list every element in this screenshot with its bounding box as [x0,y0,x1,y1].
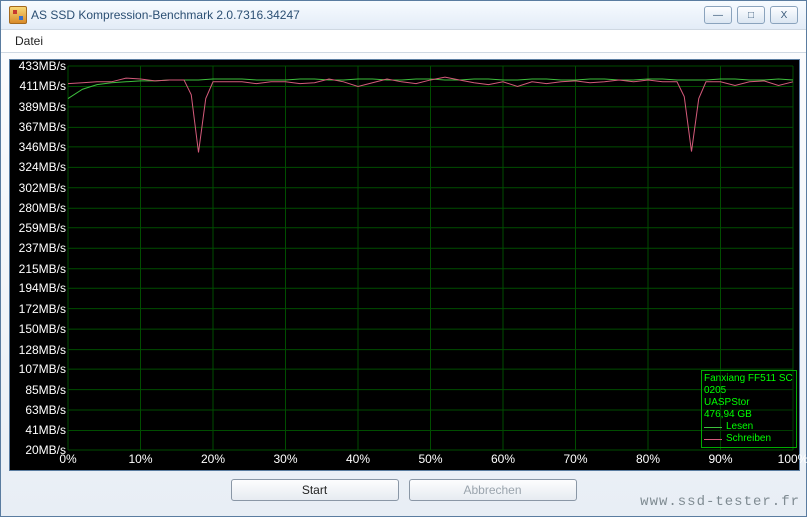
y-tick-label: 389MB/s [19,100,66,114]
y-tick-label: 128MB/s [19,343,66,357]
watermark: www.ssd-tester.fr [640,494,800,510]
y-tick-label: 63MB/s [25,403,66,417]
app-icon [9,6,27,24]
x-tick-label: 0% [59,452,76,466]
legend-driver: UASPStor [704,397,794,409]
y-tick-label: 215MB/s [19,262,66,276]
x-tick-label: 30% [273,452,297,466]
y-tick-label: 41MB/s [25,423,66,437]
x-tick-label: 40% [346,452,370,466]
titlebar: AS SSD Kompression-Benchmark 2.0.7316.34… [1,1,806,29]
y-tick-label: 367MB/s [19,120,66,134]
legend-device: Fanxiang FF511 SC [704,373,794,385]
window-buttons: — □ X [704,6,802,24]
menubar: Datei [1,29,806,53]
y-tick-label: 172MB/s [19,302,66,316]
legend-read-label: Lesen [726,421,753,433]
y-tick-label: 411MB/s [20,79,66,93]
y-tick-label: 346MB/s [19,140,66,154]
x-tick-label: 70% [563,452,587,466]
y-tick-label: 194MB/s [19,281,66,295]
x-tick-label: 50% [418,452,442,466]
cancel-button[interactable]: Abbrechen [409,479,577,501]
x-tick-label: 60% [491,452,515,466]
y-tick-label: 280MB/s [19,201,66,215]
legend-write-row: Schreiben [704,433,794,445]
legend-read-swatch [704,427,722,428]
y-tick-label: 85MB/s [25,383,66,397]
y-tick-label: 302MB/s [19,181,66,195]
y-tick-label: 259MB/s [19,221,66,235]
legend-firmware: 0205 [704,385,794,397]
app-window: AS SSD Kompression-Benchmark 2.0.7316.34… [0,0,807,517]
y-tick-label: 433MB/s [19,59,66,73]
minimize-button[interactable]: — [704,6,732,24]
legend-box: Fanxiang FF511 SC 0205 UASPStor 476,94 G… [701,370,797,448]
y-tick-label: 237MB/s [19,241,66,255]
x-tick-label: 10% [128,452,152,466]
menu-file[interactable]: Datei [9,32,49,50]
legend-read-row: Lesen [704,421,794,433]
x-tick-label: 100% [778,452,807,466]
y-tick-label: 107MB/s [19,362,66,376]
maximize-button[interactable]: □ [737,6,765,24]
start-button[interactable]: Start [231,479,399,501]
window-body: Fanxiang FF511 SC 0205 UASPStor 476,94 G… [1,53,806,509]
x-tick-label: 20% [201,452,225,466]
legend-write-label: Schreiben [726,433,771,445]
y-tick-label: 324MB/s [19,160,66,174]
chart-area: Fanxiang FF511 SC 0205 UASPStor 476,94 G… [9,59,800,471]
chart-svg [10,60,799,470]
legend-write-swatch [704,439,722,440]
y-tick-label: 150MB/s [19,322,66,336]
window-title: AS SSD Kompression-Benchmark 2.0.7316.34… [31,8,704,22]
legend-capacity: 476,94 GB [704,409,794,421]
x-tick-label: 90% [708,452,732,466]
close-button[interactable]: X [770,6,798,24]
x-tick-label: 80% [636,452,660,466]
